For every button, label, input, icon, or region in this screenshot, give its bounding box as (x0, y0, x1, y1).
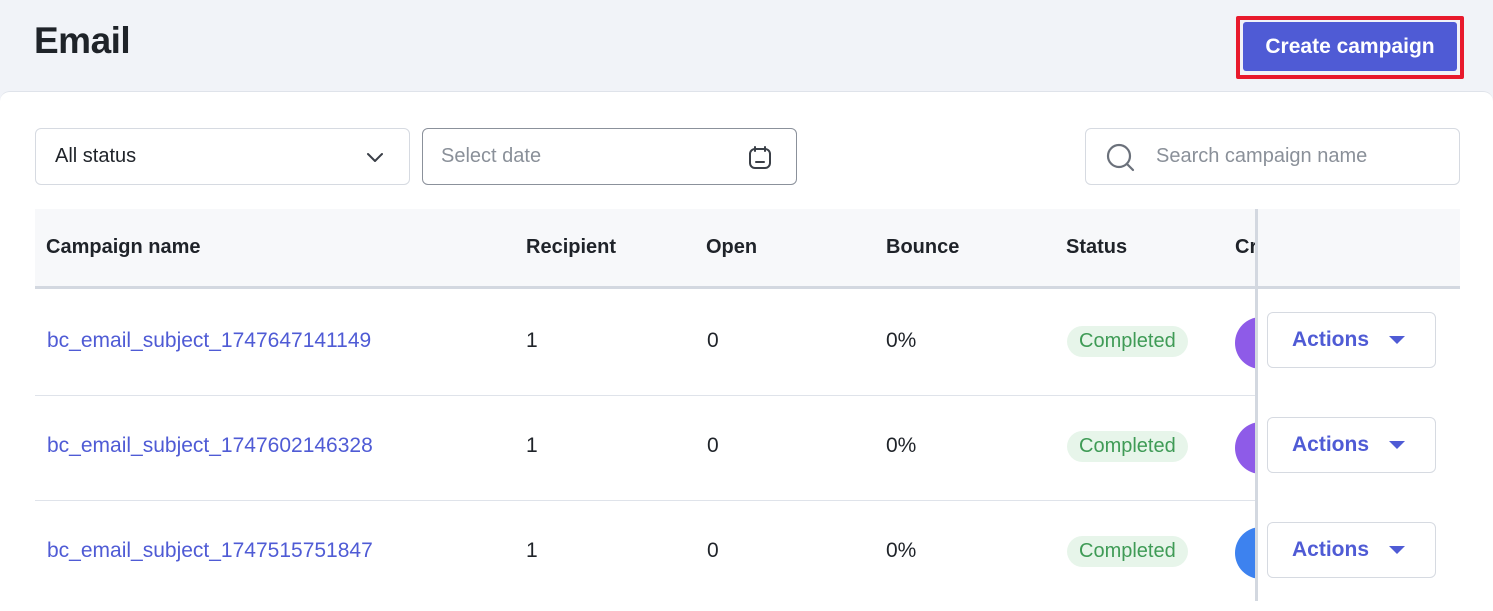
create-campaign-button[interactable]: Create campaign (1243, 22, 1457, 71)
open-count: 0 (707, 329, 719, 352)
table-row: bc_email_subject_1747602146328 1 0 0% Co… (35, 396, 1460, 501)
open-count: 0 (707, 434, 719, 457)
actions-dropdown-button[interactable]: Actions (1267, 522, 1436, 578)
calendar-icon (749, 146, 771, 169)
campaign-name-link[interactable]: bc_email_subject_1747602146328 (47, 434, 373, 458)
recipient-count: 1 (526, 434, 538, 457)
column-header-recipient[interactable]: Recipient (526, 236, 616, 259)
bounce-rate: 0% (886, 539, 917, 562)
campaign-name-link[interactable]: bc_email_subject_1747647141149 (47, 329, 371, 353)
table-row: bc_email_subject_1747647141149 1 0 0% Co… (35, 291, 1460, 396)
date-picker-input[interactable]: Select date (422, 128, 797, 185)
search-placeholder: Search campaign name (1156, 145, 1368, 167)
status-badge: Completed (1067, 536, 1188, 567)
creator-cell (1225, 291, 1255, 395)
search-input[interactable]: Search campaign name (1085, 128, 1460, 185)
column-header-open[interactable]: Open (706, 236, 757, 259)
status-badge: Completed (1067, 326, 1188, 357)
actions-label: Actions (1292, 328, 1370, 351)
status-filter-value: All status (55, 145, 137, 167)
actions-dropdown-button[interactable]: Actions (1267, 417, 1436, 473)
column-header-campaign-name[interactable]: Campaign name (46, 236, 200, 259)
campaign-table: Campaign name Recipient Open Bounce Stat… (35, 209, 1460, 601)
table-row: bc_email_subject_1747515751847 1 0 0% Co… (35, 501, 1460, 601)
table-header: Campaign name Recipient Open Bounce Stat… (35, 209, 1460, 289)
caret-down-icon (1389, 441, 1405, 449)
caret-down-icon (1389, 546, 1405, 554)
column-header-bounce[interactable]: Bounce (886, 236, 959, 259)
page-header: Email Create campaign (0, 0, 1493, 92)
search-icon (1106, 143, 1135, 172)
campaign-name-link[interactable]: bc_email_subject_1747515751847 (47, 539, 373, 563)
recipient-count: 1 (526, 329, 538, 352)
caret-down-icon (1389, 336, 1405, 344)
bounce-rate: 0% (886, 329, 917, 352)
date-picker-placeholder: Select date (441, 145, 542, 167)
status-filter-select[interactable]: All status (35, 128, 410, 185)
status-badge: Completed (1067, 431, 1188, 462)
chevron-down-icon (367, 153, 383, 162)
actions-label: Actions (1292, 538, 1370, 561)
avatar (1235, 527, 1255, 579)
column-header-creator[interactable]: Cr (1235, 236, 1257, 259)
bounce-rate: 0% (886, 434, 917, 457)
actions-label: Actions (1292, 433, 1370, 456)
open-count: 0 (707, 539, 719, 562)
actions-column: Actions Actions Actions (1255, 209, 1460, 601)
avatar (1235, 422, 1255, 474)
column-header-status[interactable]: Status (1066, 236, 1127, 259)
actions-column-header (1258, 209, 1460, 289)
recipient-count: 1 (526, 539, 538, 562)
avatar (1235, 317, 1255, 369)
creator-cell (1225, 396, 1255, 500)
page-title: Email (34, 20, 131, 61)
creator-cell (1225, 501, 1255, 601)
actions-dropdown-button[interactable]: Actions (1267, 312, 1436, 368)
